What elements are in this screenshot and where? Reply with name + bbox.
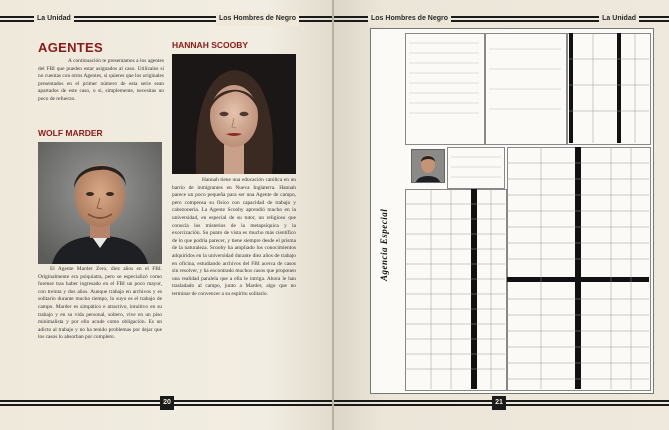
page-number: 21 — [492, 396, 506, 410]
sheet-grid-lines — [405, 33, 649, 389]
page-footer-left: 20 — [0, 394, 333, 418]
hannah-description: Hannah tiene una educación católica en u… — [172, 177, 296, 297]
header-title: La Unidad — [34, 12, 74, 26]
section-heading: AGENTES — [38, 40, 103, 55]
header-subtitle: Los Hombres de Negro — [215, 12, 299, 26]
header-title: La Unidad — [599, 12, 639, 26]
agent-name-wolf: WOLF MARDER — [38, 128, 103, 138]
intro-text: A continuación te presentamos a los agen… — [38, 58, 164, 102]
wolf-marder-portrait — [38, 142, 162, 264]
page-header-right: Los Hombres de Negro La Unidad — [334, 12, 669, 26]
character-sheet: Agencia Especial — [370, 28, 654, 394]
agent-name-hannah: HANNAH SCOOBY — [172, 40, 249, 50]
hannah-scooby-portrait — [172, 54, 296, 174]
page-footer-right: 21 — [334, 394, 669, 418]
header-subtitle: Los Hombres de Negro — [368, 12, 452, 26]
right-page: Los Hombres de Negro La Unidad Agencia E… — [334, 0, 669, 430]
wolf-description: El Agente Marder Zero, diez años en el F… — [38, 266, 162, 341]
page-header-left: La Unidad Los Hombres de Negro — [0, 12, 333, 26]
left-page: La Unidad Los Hombres de Negro AGENTES A… — [0, 0, 333, 430]
page-number: 20 — [160, 396, 174, 410]
